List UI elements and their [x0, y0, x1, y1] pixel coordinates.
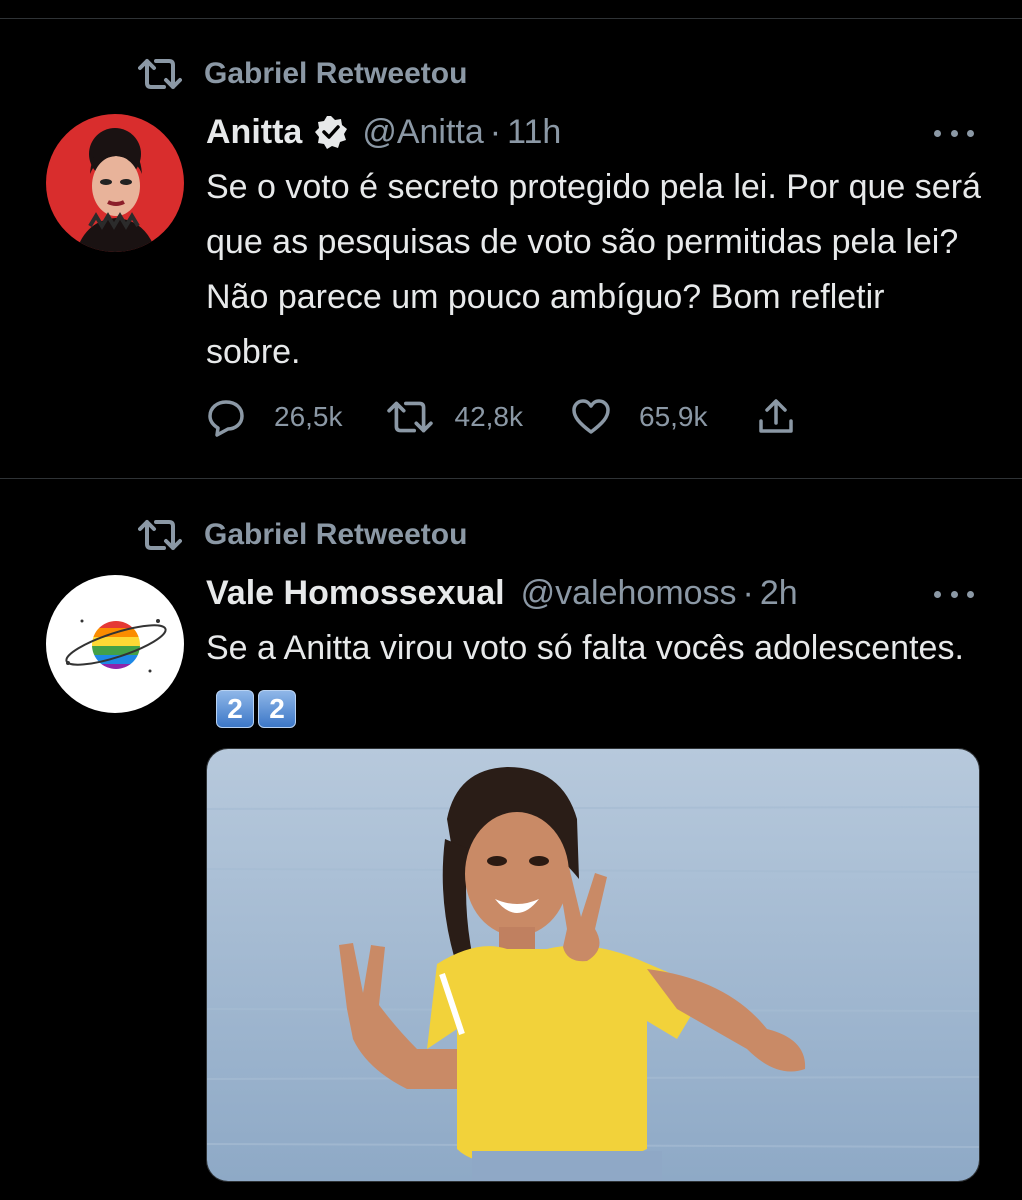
tweet-header: Vale Homossexual @valehomoss · 2h	[206, 571, 982, 615]
tweet-header: Anitta @Anitta · 11h	[206, 110, 982, 154]
author-handle[interactable]: @valehomoss	[521, 574, 737, 613]
keycap-two-emoji: 2	[216, 690, 254, 728]
tweet-media-image[interactable]	[206, 748, 980, 1182]
tweet-anitta[interactable]: Gabriel Retweetou Anitta @Anitta · 11h S…	[0, 0, 1022, 478]
retweet-icon	[386, 401, 433, 433]
share-icon	[758, 399, 793, 433]
tweet-text: Se a Anitta virou voto só falta vocês ad…	[206, 621, 986, 731]
reply-button[interactable]: 26,5k	[206, 397, 343, 437]
retweet-context[interactable]: Gabriel Retweetou	[138, 515, 467, 555]
retweet-button[interactable]: 42,8k	[386, 397, 524, 437]
tweet-actions: 26,5k 42,8k 65,9k	[206, 395, 796, 439]
photo-woman-peace-sign	[207, 749, 979, 1181]
keycap-two-emoji: 2	[258, 690, 296, 728]
timestamp[interactable]: 11h	[507, 113, 561, 152]
tweet-text-body: Se a Anitta virou voto só falta vocês ad…	[206, 629, 964, 667]
separator-dot: ·	[489, 112, 502, 151]
like-count: 65,9k	[639, 401, 708, 432]
author-name[interactable]: Anitta	[206, 113, 302, 152]
author-name[interactable]: Vale Homossexual	[206, 574, 505, 613]
retweet-by-label: Gabriel Retweetou	[204, 57, 468, 90]
retweet-count: 42,8k	[454, 401, 524, 432]
more-icon[interactable]	[934, 128, 974, 138]
retweet-icon	[138, 520, 182, 550]
heart-icon	[572, 399, 610, 434]
reply-count: 26,5k	[274, 401, 343, 432]
retweet-by-label: Gabriel Retweetou	[204, 518, 468, 551]
avatar-anitta[interactable]	[46, 114, 184, 252]
avatar-image	[46, 575, 184, 713]
retweet-context[interactable]: Gabriel Retweetou	[138, 54, 467, 94]
reply-icon	[208, 400, 244, 437]
more-icon[interactable]	[934, 589, 974, 599]
author-handle[interactable]: @Anitta	[362, 113, 483, 152]
tweet-text: Se o voto é secreto protegido pela lei. …	[206, 168, 981, 371]
avatar-image	[46, 114, 184, 252]
like-button[interactable]: 65,9k	[571, 397, 708, 437]
verified-badge-icon	[315, 116, 348, 149]
timestamp[interactable]: 2h	[760, 574, 798, 613]
share-button[interactable]	[756, 397, 796, 437]
avatar-valehomoss[interactable]	[46, 575, 184, 713]
separator-dot: ·	[742, 573, 754, 612]
retweet-icon	[138, 59, 182, 89]
